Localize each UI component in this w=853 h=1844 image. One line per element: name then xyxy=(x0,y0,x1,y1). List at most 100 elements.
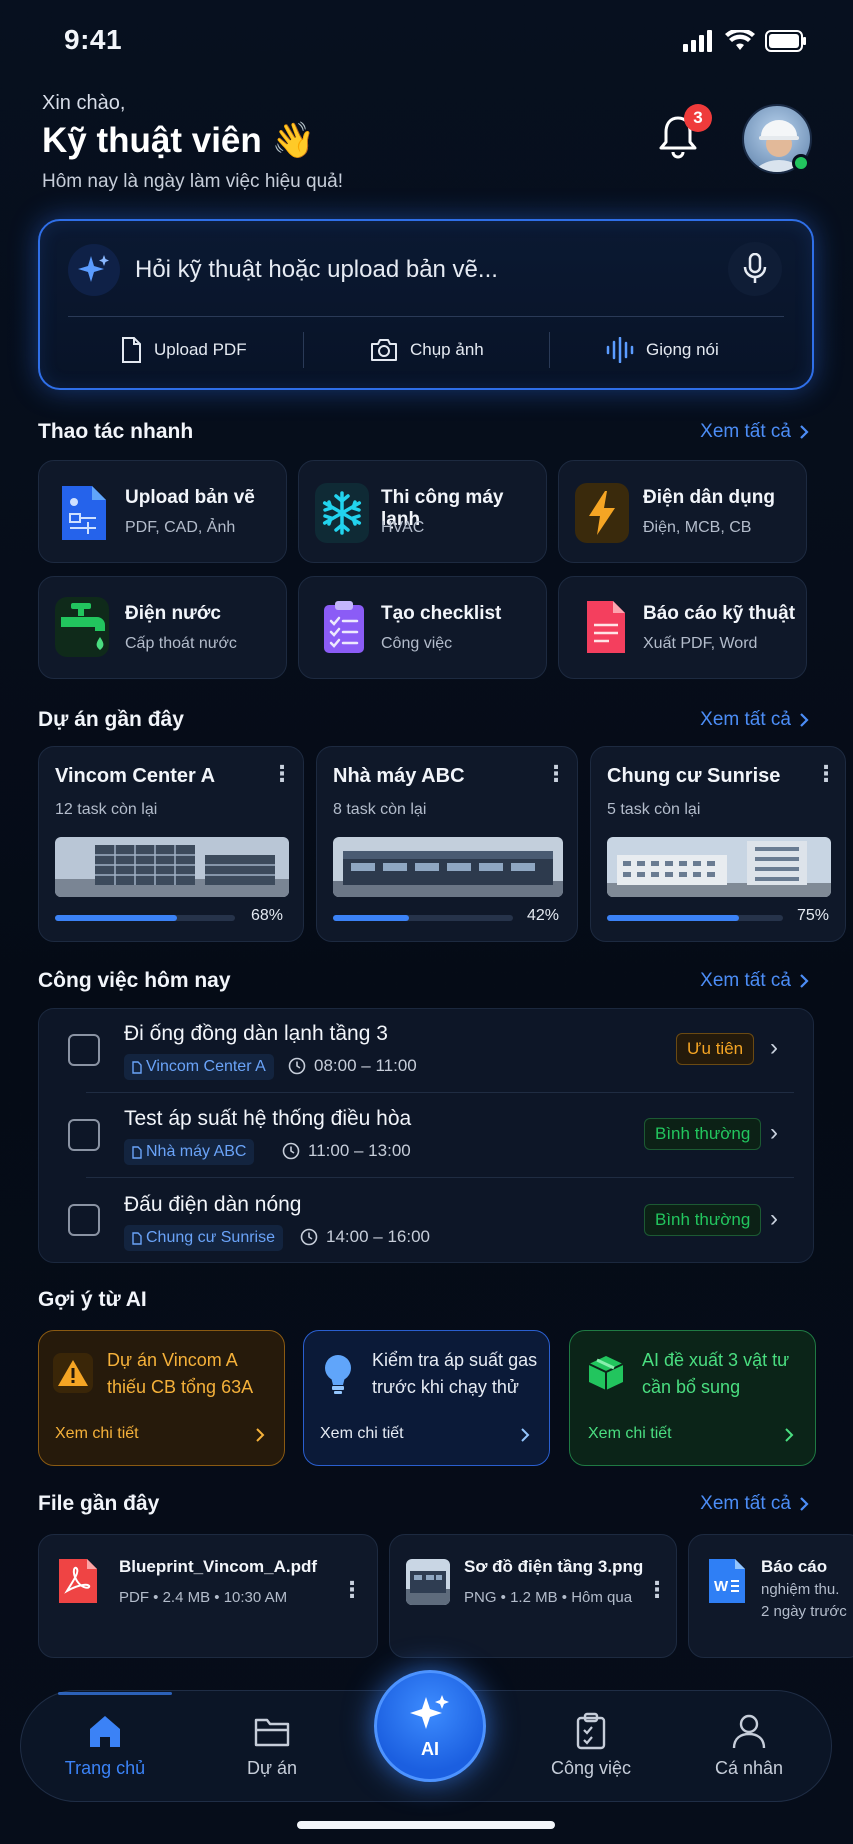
file-more-icon[interactable]: ⋮ xyxy=(646,1577,668,1603)
quick-actions-see-all[interactable]: Xem tất cả xyxy=(700,421,809,443)
tasks-title: Công việc hôm nay xyxy=(38,969,231,992)
chevron-right-icon xyxy=(800,1497,809,1511)
project-name: Chung cư Sunrise xyxy=(607,765,781,787)
task-title[interactable]: Đấu điện dàn nóng xyxy=(124,1193,302,1217)
file-card[interactable]: W Báo cáo nghiệm thu. 2 ngày trước xyxy=(688,1534,853,1658)
ai-search-input[interactable]: Hỏi kỹ thuật hoặc upload bản vẽ... xyxy=(135,256,498,284)
project-more-icon[interactable]: ⋮ xyxy=(271,761,293,787)
ai-suggestion-card[interactable]: Dự án Vincom A thiếu CB tổng 63A Xem chi… xyxy=(38,1330,285,1466)
file-name: Sơ đồ điện tầng 3.png xyxy=(464,1557,644,1576)
ai-suggestion-card[interactable]: AI đề xuất 3 vật tư cần bổ sung Xem chi … xyxy=(569,1330,816,1466)
files-see-all[interactable]: Xem tất cả xyxy=(700,1493,809,1515)
ai-sparkle-badge xyxy=(68,244,120,296)
nav-home[interactable]: Trang chủ xyxy=(40,1712,170,1779)
chevron-right-icon[interactable]: › xyxy=(770,1119,778,1147)
quick-action-sub: Công việc xyxy=(381,635,453,652)
project-card-sunrise[interactable]: Chung cư Sunrise ⋮ 5 task còn lại 75% xyxy=(590,746,846,942)
quick-action-upload-drawing[interactable]: Upload bản vẽ PDF, CAD, Ảnh xyxy=(38,460,287,563)
chevron-right-icon[interactable]: › xyxy=(770,1205,778,1233)
greeting-subtitle: Hôm nay là ngày làm việc hiệu quả! xyxy=(42,171,343,192)
folder-icon xyxy=(254,1718,290,1747)
task-checkbox[interactable] xyxy=(68,1034,100,1066)
document-icon xyxy=(132,1060,142,1074)
online-status-dot xyxy=(792,154,810,172)
task-time: 08:00 – 11:00 xyxy=(288,1056,417,1076)
quick-action-title: Điện dân dụng xyxy=(643,487,775,508)
greeting-text: Xin chào, xyxy=(42,92,126,114)
project-name: Vincom Center A xyxy=(55,765,216,787)
voice-button[interactable]: Giọng nói xyxy=(606,330,719,370)
upload-pdf-label: Upload PDF xyxy=(154,340,247,359)
project-progress-fill xyxy=(333,915,409,921)
microphone-button[interactable] xyxy=(728,242,782,296)
quick-action-sub: HVAC xyxy=(381,519,425,536)
take-photo-button[interactable]: Chụp ảnh xyxy=(370,330,484,370)
chevron-right-icon xyxy=(800,425,809,439)
quick-action-report[interactable]: Báo cáo kỹ thuật Xuất PDF, Word xyxy=(558,576,807,679)
quick-action-hvac[interactable]: Thi công máy lạnh HVAC xyxy=(298,460,547,563)
task-time-label: 11:00 – 13:00 xyxy=(308,1141,411,1160)
project-card-abc[interactable]: Nhà máy ABC ⋮ 8 task còn lại 42% xyxy=(316,746,578,942)
box-icon xyxy=(586,1353,626,1393)
active-tab-indicator xyxy=(58,1692,172,1695)
tasks-see-all[interactable]: Xem tất cả xyxy=(700,970,809,992)
ai-suggestion-card[interactable]: Kiểm tra áp suất gas trước khi chạy thử … xyxy=(303,1330,550,1466)
task-checkbox[interactable] xyxy=(68,1119,100,1151)
nav-label: Công việc xyxy=(550,1758,632,1778)
page-title: Kỹ thuật viên 👋 xyxy=(42,121,316,160)
home-icon xyxy=(90,1716,120,1747)
task-title[interactable]: Đi ống đồng dàn lạnh tầng 3 xyxy=(124,1022,388,1046)
file-card[interactable]: Sơ đồ điện tầng 3.png PNG • 1.2 MB • Hôm… xyxy=(389,1534,677,1658)
pdf-icon xyxy=(57,1557,99,1610)
project-progress-track xyxy=(55,915,235,921)
project-progress-track xyxy=(607,915,783,921)
file-icon xyxy=(122,337,141,363)
checklist-icon xyxy=(317,597,371,657)
file-more-icon[interactable]: ⋮ xyxy=(341,1577,363,1603)
action-separator xyxy=(303,332,304,368)
quick-action-sub: Cấp thoát nước xyxy=(125,635,237,652)
quick-action-electrical[interactable]: Điện dân dụng Điện, MCB, CB xyxy=(558,460,807,563)
quick-action-plumbing[interactable]: Điện nước Cấp thoát nước xyxy=(38,576,287,679)
projects-see-all[interactable]: Xem tất cả xyxy=(700,709,809,731)
signal-icon xyxy=(683,30,712,52)
battery-icon xyxy=(765,30,806,52)
nav-ai-button[interactable]: AI xyxy=(374,1670,486,1782)
task-project-label: Nhà máy ABC xyxy=(146,1143,247,1160)
project-image xyxy=(55,837,289,897)
project-progress-label: 75% xyxy=(797,907,830,924)
nav-label: Trang chủ xyxy=(64,1758,146,1778)
file-name: Blueprint_Vincom_A.pdf xyxy=(119,1557,318,1576)
quick-action-checklist[interactable]: Tạo checklist Công việc xyxy=(298,576,547,679)
svg-text:W: W xyxy=(714,1578,729,1595)
file-card[interactable]: Blueprint_Vincom_A.pdf PDF • 2.4 MB • 10… xyxy=(38,1534,378,1658)
project-tasks: 8 task còn lại xyxy=(333,801,427,818)
task-title[interactable]: Test áp suất hệ thống điều hòa xyxy=(124,1107,411,1131)
nav-profile[interactable]: Cá nhân xyxy=(684,1712,814,1779)
project-more-icon[interactable]: ⋮ xyxy=(545,761,567,787)
blueprint-icon xyxy=(57,483,111,543)
quick-action-sub: Xuất PDF, Word xyxy=(643,635,758,652)
project-progress-label: 42% xyxy=(527,907,560,924)
task-checkbox[interactable] xyxy=(68,1204,100,1236)
status-time: 9:41 xyxy=(64,24,123,55)
suggestion-link[interactable]: Xem chi tiết xyxy=(55,1425,139,1443)
suggestion-link[interactable]: Xem chi tiết xyxy=(320,1425,404,1443)
chevron-right-icon xyxy=(800,713,809,727)
project-more-icon[interactable]: ⋮ xyxy=(815,761,837,787)
nav-projects[interactable]: Dự án xyxy=(207,1712,337,1779)
lightbulb-icon xyxy=(318,1351,358,1397)
upload-pdf-button[interactable]: Upload PDF xyxy=(120,330,247,370)
chevron-right-icon[interactable]: › xyxy=(770,1034,778,1062)
quick-action-title: Điện nước xyxy=(125,603,221,624)
notification-badge: 3 xyxy=(684,104,712,132)
nav-tasks[interactable]: Công việc xyxy=(526,1712,656,1779)
priority-badge: Ưu tiên xyxy=(676,1033,755,1065)
ai-box-divider xyxy=(68,316,784,317)
image-thumb-icon xyxy=(406,1559,450,1605)
suggestion-text: Dự án Vincom A thiếu CB tổng 63A xyxy=(107,1350,254,1397)
task-time-label: 08:00 – 11:00 xyxy=(314,1056,417,1075)
project-card-vincom[interactable]: Vincom Center A ⋮ 12 task còn lại 68% xyxy=(38,746,304,942)
snowflake-icon xyxy=(315,483,369,543)
suggestion-link[interactable]: Xem chi tiết xyxy=(588,1425,672,1443)
